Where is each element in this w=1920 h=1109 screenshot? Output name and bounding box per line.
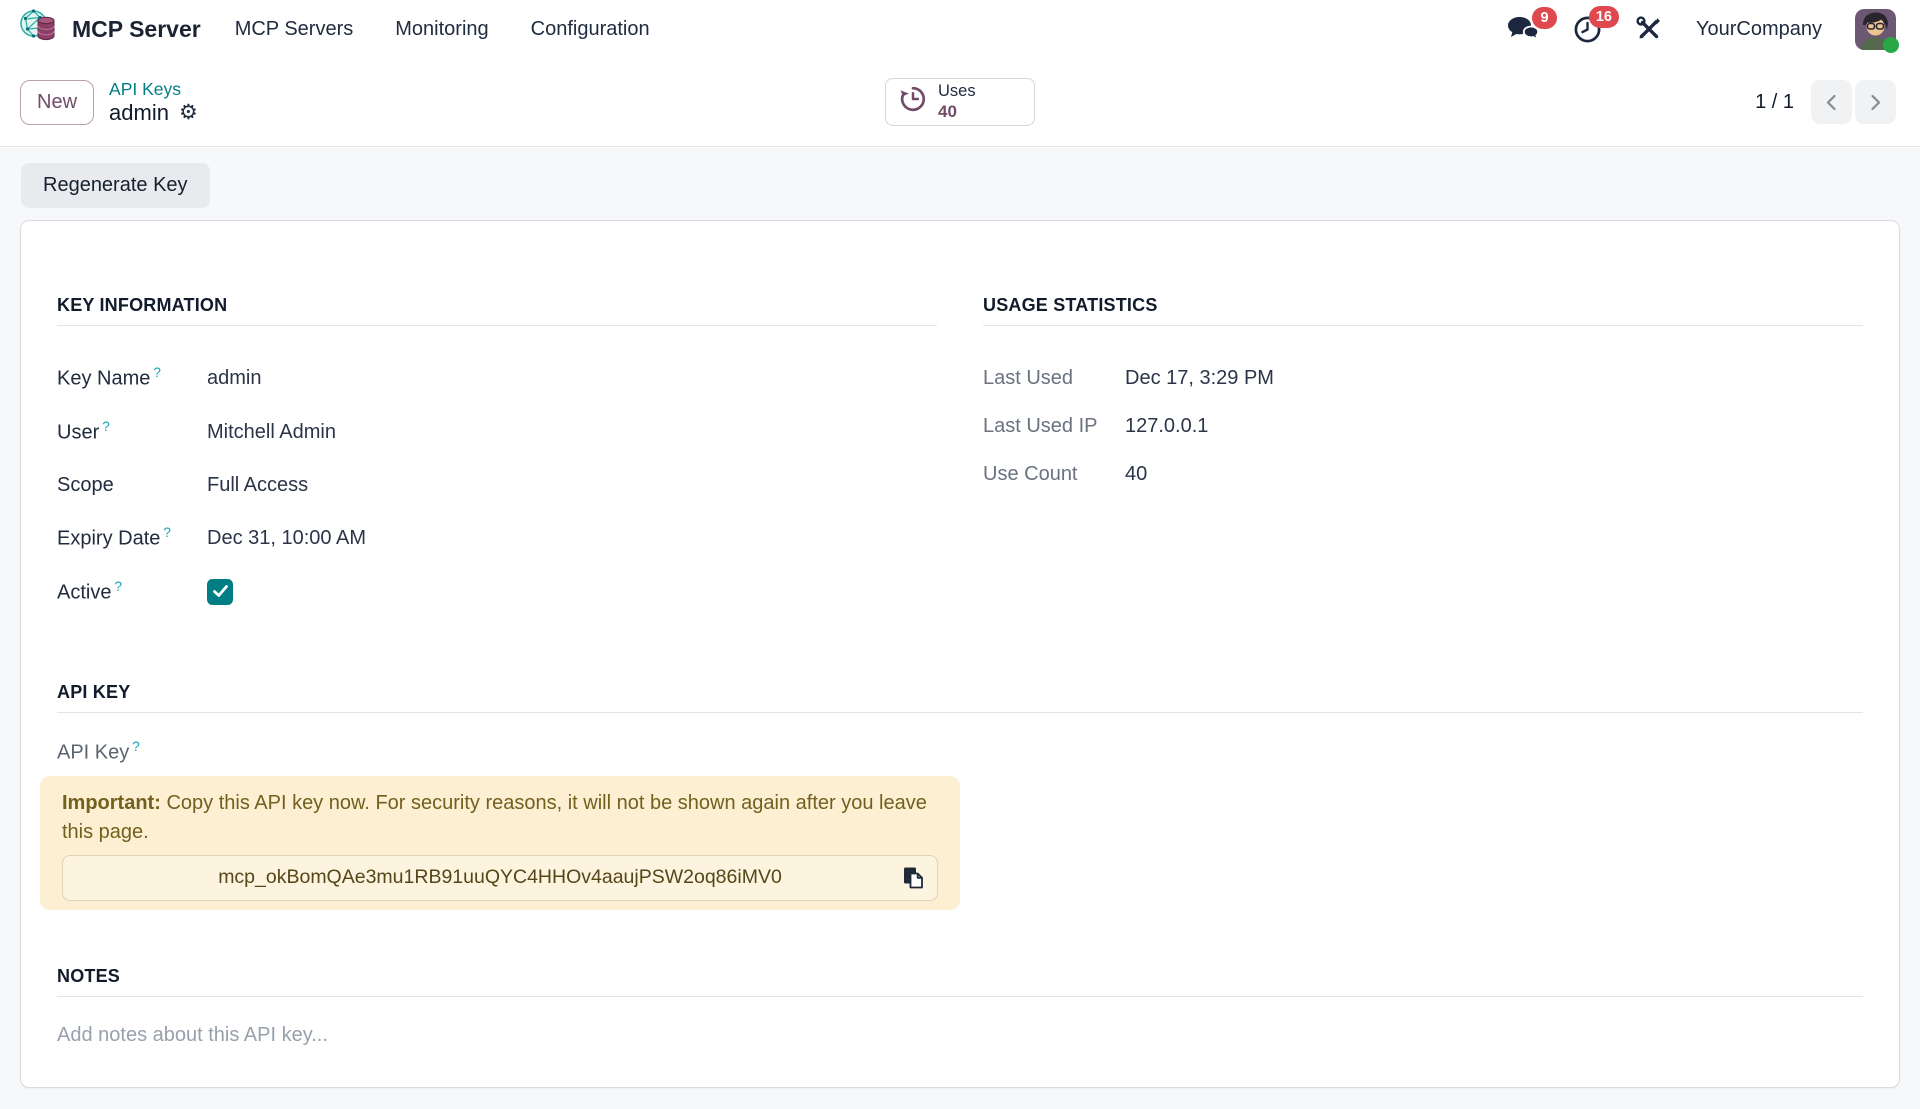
usage-statistics-group: USAGE STATISTICS Last Used Dec 17, 3:29 … [983, 295, 1863, 632]
pager-value[interactable]: 1 / 1 [1755, 91, 1794, 114]
main-menu: MCP Servers Monitoring Configuration [235, 18, 650, 41]
last-used-ip-value: 127.0.0.1 [1125, 412, 1208, 440]
pager-next-button[interactable] [1855, 80, 1896, 124]
help-icon: ? [102, 419, 110, 434]
field-scope: Scope Full Access [57, 471, 937, 499]
breadcrumb: API Keys admin ⚙ [109, 80, 198, 124]
help-icon: ? [163, 525, 171, 540]
breadcrumb-current-record: admin [109, 101, 169, 124]
api-key-value-box: mcp_okBomQAe3mu1RB91uuQYC4HHOv4aaujPSW2o… [62, 855, 938, 901]
field-label: Key Name? [57, 364, 207, 393]
field-label: Last Used [983, 364, 1125, 392]
copy-api-key-button[interactable] [896, 861, 930, 895]
settings-gear-icon[interactable]: ⚙ [179, 102, 198, 123]
api-key-section: API KEY API Key? Important: Copy this AP… [57, 682, 1863, 910]
help-icon: ? [132, 739, 140, 754]
app-name[interactable]: MCP Server [72, 16, 201, 43]
uses-stat-button[interactable]: Uses 40 [885, 78, 1035, 126]
chevron-left-icon [1823, 93, 1840, 112]
menu-mcp-servers[interactable]: MCP Servers [235, 18, 354, 41]
stat-button-label: Uses [938, 82, 976, 101]
field-key-name: Key Name? admin [57, 364, 937, 393]
control-panel: New API Keys admin ⚙ Uses 40 1 / 1 [0, 58, 1920, 147]
debug-tools-icon[interactable] [1635, 15, 1663, 43]
field-active: Active? [57, 578, 937, 607]
field-user: User? Mitchell Admin [57, 418, 937, 447]
user-avatar[interactable] [1855, 9, 1896, 50]
breadcrumb-api-keys-link[interactable]: API Keys [109, 80, 198, 98]
app-logo-icon[interactable] [18, 6, 59, 53]
field-label: Use Count [983, 460, 1125, 488]
api-key-title: API KEY [57, 682, 1863, 713]
field-label: Last Used IP [983, 412, 1125, 440]
notes-section: NOTES [57, 966, 1863, 1088]
activities-icon[interactable]: 16 [1573, 15, 1602, 44]
regenerate-key-button[interactable]: Regenerate Key [21, 163, 210, 208]
field-use-count: Use Count 40 [983, 460, 1863, 488]
pager: 1 / 1 [1755, 80, 1896, 124]
chevron-right-icon [1867, 93, 1884, 112]
check-icon [212, 584, 229, 599]
usage-statistics-title: USAGE STATISTICS [983, 295, 1863, 326]
pager-previous-button[interactable] [1811, 80, 1852, 124]
messages-icon[interactable]: 9 [1507, 16, 1540, 43]
history-icon [899, 85, 927, 119]
content-area: Regenerate Key KEY INFORMATION Key Name?… [0, 148, 1920, 1109]
copy-icon [900, 865, 926, 891]
field-last-used: Last Used Dec 17, 3:29 PM [983, 364, 1863, 392]
scope-value[interactable]: Full Access [207, 471, 308, 499]
warning-text: Important: Copy this API key now. For se… [62, 789, 938, 846]
field-label: Active? [57, 578, 207, 607]
stat-button-value: 40 [938, 102, 957, 122]
api-key-warning-alert: Important: Copy this API key now. For se… [40, 776, 960, 910]
api-key-field-label: API Key? [57, 739, 1863, 765]
notes-input[interactable] [57, 1024, 1863, 1088]
company-switcher[interactable]: YourCompany [1696, 18, 1822, 41]
field-label: Scope [57, 471, 207, 499]
field-label: Expiry Date? [57, 524, 207, 553]
messages-badge: 9 [1532, 7, 1557, 29]
menu-monitoring[interactable]: Monitoring [395, 18, 488, 41]
top-navbar: MCP Server MCP Servers Monitoring Config… [0, 0, 1920, 58]
key-name-value[interactable]: admin [207, 364, 261, 392]
activities-badge: 16 [1589, 6, 1619, 28]
last-used-value: Dec 17, 3:29 PM [1125, 364, 1274, 392]
notes-title: NOTES [57, 966, 1863, 997]
form-sheet: KEY INFORMATION Key Name? admin User? Mi… [20, 220, 1900, 1088]
online-status-dot [1883, 37, 1899, 53]
key-information-title: KEY INFORMATION [57, 295, 937, 326]
use-count-value: 40 [1125, 460, 1147, 488]
field-last-used-ip: Last Used IP 127.0.0.1 [983, 412, 1863, 440]
app-brand[interactable]: MCP Server [18, 6, 201, 53]
expiry-date-value[interactable]: Dec 31, 10:00 AM [207, 524, 366, 552]
new-button[interactable]: New [20, 80, 94, 125]
active-checkbox[interactable] [207, 579, 233, 605]
user-value[interactable]: Mitchell Admin [207, 418, 336, 446]
help-icon: ? [153, 365, 161, 380]
api-key-value: mcp_okBomQAe3mu1RB91uuQYC4HHOv4aaujPSW2o… [218, 864, 782, 892]
field-label: User? [57, 418, 207, 447]
systray: 9 16 YourCompany [1507, 9, 1896, 50]
key-information-group: KEY INFORMATION Key Name? admin User? Mi… [57, 295, 937, 632]
field-expiry-date: Expiry Date? Dec 31, 10:00 AM [57, 524, 937, 553]
menu-configuration[interactable]: Configuration [531, 18, 650, 41]
help-icon: ? [114, 579, 122, 594]
